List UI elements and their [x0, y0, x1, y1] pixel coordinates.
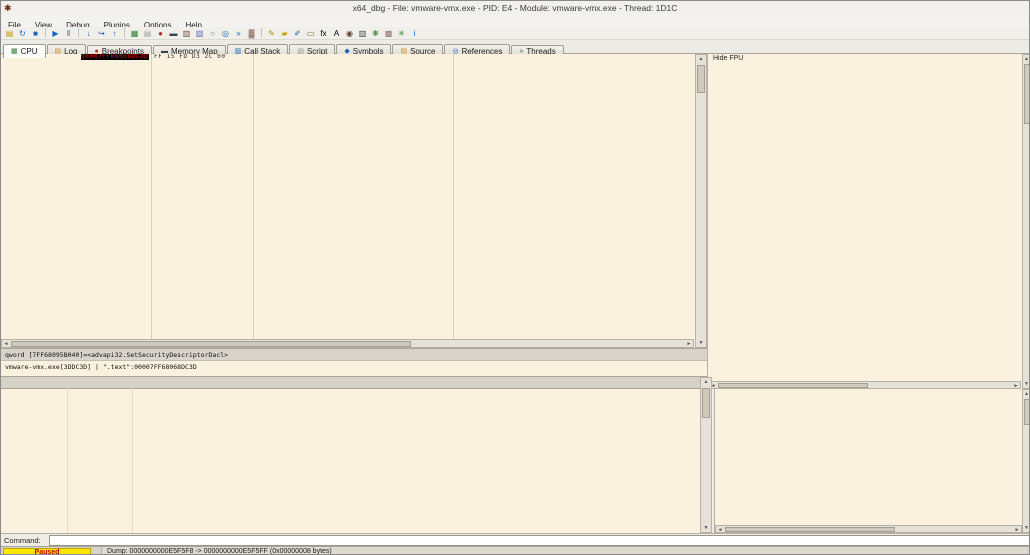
paused-status-badge: Paused — [3, 548, 91, 555]
bug-icon[interactable]: ✳ — [396, 28, 407, 39]
search-icon[interactable]: ◎ — [220, 28, 231, 39]
tab-bar: ▦CPU▤Log●Breakpoints▬Memory Map▥Call Sta… — [1, 40, 1029, 54]
highlight-icon[interactable]: ▰ — [279, 28, 290, 39]
x64dbg-window: ✱ x64_dbg - File: vmware-vmx.exe - PID: … — [0, 0, 1030, 555]
toolbar-separator — [261, 28, 262, 38]
column-separator — [67, 388, 68, 533]
disassembly-hscrollbar[interactable]: ◄ ► — [1, 339, 694, 348]
fx-icon[interactable]: fx — [318, 28, 329, 39]
memory-map-icon[interactable]: ▬ — [168, 28, 179, 39]
module-status-line: vmware-vmx.exe[3DDC3D] | ".text":00007FF… — [1, 361, 707, 377]
registers-panel[interactable]: Hide FPU ◄ ► — [707, 54, 1022, 389]
sweep-icon[interactable]: ✐ — [292, 28, 303, 39]
comments-icon[interactable]: ○ — [207, 28, 218, 39]
stack-panel[interactable]: ◄ ► — [714, 389, 1022, 533]
window-title: x64_dbg - File: vmware-vmx.exe - PID: E4… — [1, 1, 1029, 15]
stop-icon[interactable]: ■ — [30, 28, 41, 39]
instruction-bytes: FF 15 FD D3 2C 00 — [154, 54, 252, 60]
user-icon[interactable]: ◉ — [344, 28, 355, 39]
registers-vscrollbar[interactable]: ▲ ▼ — [1022, 54, 1030, 389]
toolbar-separator — [124, 28, 125, 38]
toolbar-separator — [45, 28, 46, 38]
step-out-icon[interactable]: ↑ — [109, 28, 120, 39]
patches-icon[interactable]: ▧ — [194, 28, 205, 39]
column-separator — [151, 54, 152, 339]
dereference-info-line: qword [7FF68095B040]=<advapi32.SetSecuri… — [1, 348, 707, 361]
disassembly-gutter — [1, 54, 79, 339]
tab-cpu[interactable]: ▦CPU — [3, 44, 46, 58]
command-label: Command: — [4, 536, 41, 545]
step-into-icon[interactable]: ↓ — [83, 28, 94, 39]
command-input[interactable] — [49, 535, 1030, 546]
pencil-icon[interactable]: ✎ — [266, 28, 277, 39]
dump-vscrollbar[interactable]: ▲ ▼ — [700, 377, 712, 533]
donate-icon[interactable]: ▩ — [383, 28, 394, 39]
disassembly-vscrollbar[interactable]: ▲ ▼ — [695, 54, 707, 348]
pause-icon[interactable]: ‖ — [63, 28, 74, 39]
disasm-row[interactable]: 00007FF68068DC3D FF 15 FD D3 2C 00 — [1, 54, 695, 60]
report-icon[interactable]: ▥ — [357, 28, 368, 39]
column-separator — [253, 54, 254, 339]
log-icon[interactable]: ▤ — [142, 28, 153, 39]
main-toolbar: ▤↻■▶‖↓↪↑▦▤●▬▥▧○◎»▓✎▰✐▭fxA◉▥❋▩✳i — [1, 27, 1029, 40]
instruction-address[interactable]: 00007FF68068DC3D — [81, 54, 149, 60]
tab-label: CPU — [21, 47, 38, 56]
status-bar: Paused Dump: 0000000000E5F5F8 -> 0000000… — [1, 546, 1029, 555]
threads-icon[interactable]: ▓ — [246, 28, 257, 39]
dump-panel[interactable] — [1, 377, 700, 533]
font-icon[interactable]: A — [331, 28, 342, 39]
title-bar: ✱ x64_dbg - File: vmware-vmx.exe - PID: … — [1, 1, 1029, 16]
references-icon[interactable]: » — [233, 28, 244, 39]
hide-fpu-button[interactable]: Hide FPU — [708, 54, 1022, 65]
restart-icon[interactable]: ↻ — [17, 28, 28, 39]
cpu-tab-icon: ▦ — [11, 47, 18, 55]
column-separator — [132, 388, 133, 533]
chat-icon[interactable]: ❋ — [370, 28, 381, 39]
command-bar: Command: — [1, 533, 1029, 547]
registers-hscrollbar[interactable]: ◄ ► — [708, 381, 1021, 389]
disassembly-rows: 00007FF68068DC3D FF 15 FD D3 2C 00 — [1, 54, 695, 60]
disassembly-panel[interactable]: 00007FF68068DC3D FF 15 FD D3 2C 00 ◄ ► — [1, 54, 696, 348]
call-stack-icon[interactable]: ▥ — [181, 28, 192, 39]
toolbar-separator — [78, 28, 79, 38]
stack-hscrollbar[interactable]: ◄ ► — [715, 525, 1022, 533]
run-icon[interactable]: ▶ — [50, 28, 61, 39]
windows-icon[interactable]: ▦ — [129, 28, 140, 39]
dump-range-status: Dump: 0000000000E5F5F8 -> 0000000000E5F5… — [101, 547, 1027, 555]
stack-vscrollbar[interactable]: ▲ ▼ — [1022, 389, 1030, 533]
step-over-icon[interactable]: ↪ — [96, 28, 107, 39]
dump-header — [1, 377, 700, 389]
column-separator — [453, 54, 454, 339]
eraser-icon[interactable]: ▭ — [305, 28, 316, 39]
breakpoint-icon[interactable]: ● — [155, 28, 166, 39]
open-file-icon[interactable]: ▤ — [4, 28, 15, 39]
info-icon[interactable]: i — [409, 28, 420, 39]
